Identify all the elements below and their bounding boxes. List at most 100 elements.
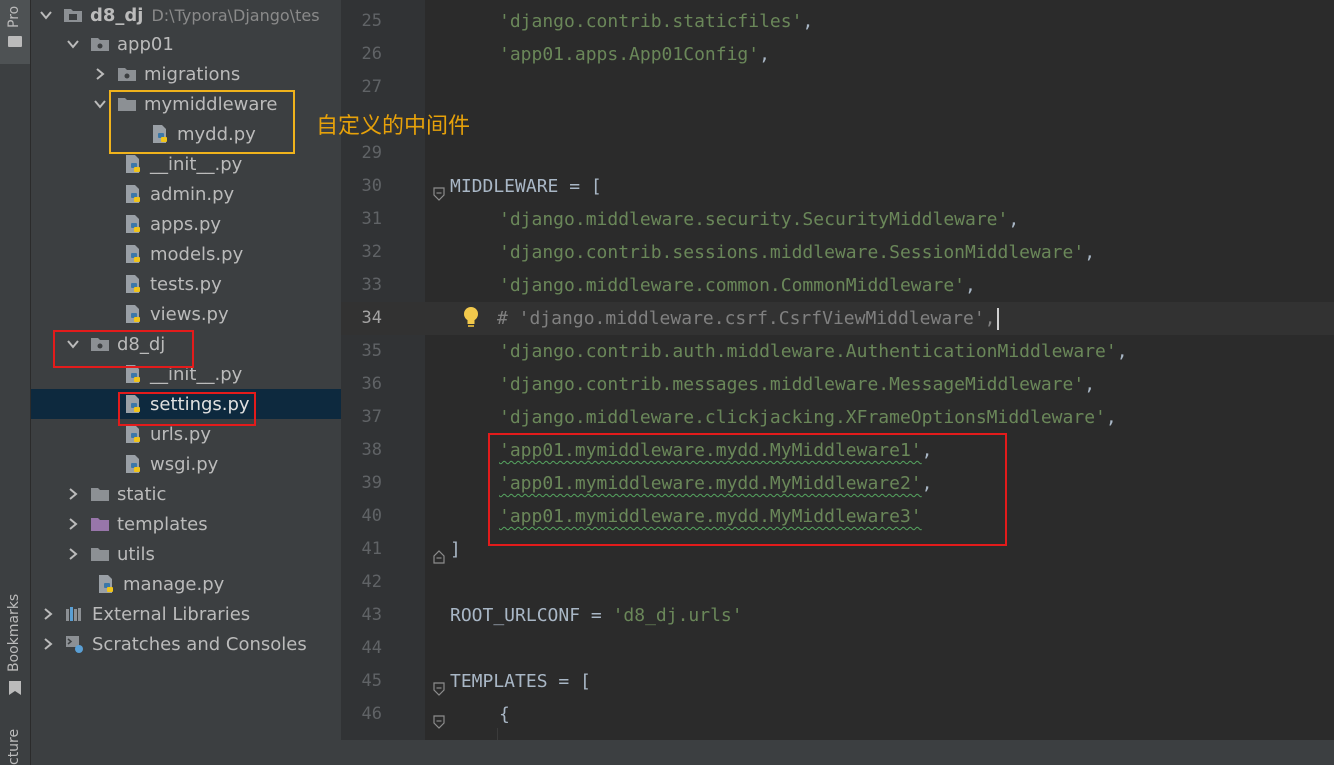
tree-item-tests[interactable]: tests.py <box>31 269 341 299</box>
line-number: 39 <box>361 473 382 493</box>
line-number: 29 <box>361 143 382 163</box>
chevron-right-icon[interactable] <box>41 637 55 651</box>
lightbulb-icon[interactable] <box>461 305 481 331</box>
text-caret <box>996 308 999 330</box>
code-string: 'd8_dj.urls' <box>612 605 743 626</box>
code-line-33[interactable]: 33 'django.middleware.common.CommonMiddle… <box>341 269 1334 302</box>
code-comma: , <box>1105 407 1117 428</box>
chevron-right-icon[interactable] <box>66 487 80 501</box>
code-line-30[interactable]: 30 MIDDLEWARE = [ <box>341 170 1334 203</box>
line-number: 30 <box>361 176 382 196</box>
code-line-26[interactable]: 26 'app01.apps.App01Config', <box>341 38 1334 71</box>
chevron-down-icon[interactable] <box>66 37 80 51</box>
fold-icon[interactable] <box>433 674 445 696</box>
tree-item-admin[interactable]: admin.py <box>31 179 341 209</box>
package-folder-icon <box>117 64 137 84</box>
code-line-44[interactable]: 44 <box>341 632 1334 665</box>
code-line-46[interactable]: 46 { <box>341 698 1334 731</box>
chevron-right-icon[interactable] <box>41 607 55 621</box>
root-path: D:\Typora\Django\tes <box>151 5 320 25</box>
library-icon <box>65 604 85 624</box>
templates-label: templates <box>117 513 208 535</box>
horizontal-scrollbar[interactable] <box>341 740 1334 765</box>
static-label: static <box>117 483 167 505</box>
code-text: MIDDLEWARE = [ <box>450 176 602 197</box>
package-folder-icon <box>90 34 110 54</box>
code-line-36[interactable]: 36 'django.contrib.messages.middleware.Me… <box>341 368 1334 401</box>
highlight-box-d8-dj <box>53 330 194 368</box>
code-comma: , <box>1008 209 1020 230</box>
tests-label: tests.py <box>150 273 222 295</box>
line-number: 43 <box>361 605 382 625</box>
structure-tab[interactable]: cture <box>6 729 22 765</box>
line-number: 41 <box>361 539 382 559</box>
scratches-icon <box>65 634 85 654</box>
line-number: 36 <box>361 374 382 394</box>
external-libraries-label: External Libraries <box>92 603 251 625</box>
code-text: ] <box>450 539 461 560</box>
bookmarks-tab[interactable]: Bookmarks <box>6 594 22 672</box>
code-line-43[interactable]: 43 ROOT_URLCONF = 'd8_dj.urls' <box>341 599 1334 632</box>
project-tab-label[interactable]: Pro <box>6 6 22 28</box>
tree-item-external-libraries[interactable]: External Libraries <box>31 599 341 629</box>
tree-item-templates[interactable]: templates <box>31 509 341 539</box>
code-comma: , <box>1084 242 1096 263</box>
tree-item-root[interactable]: d8_dj D:\Typora\Django\tes <box>31 0 341 30</box>
tree-item-manage[interactable]: manage.py <box>31 569 341 599</box>
code-line-27[interactable]: 27 <box>341 71 1334 104</box>
line-number: 32 <box>361 242 382 262</box>
tree-item-static[interactable]: static <box>31 479 341 509</box>
chevron-right-icon[interactable] <box>93 67 107 81</box>
code-line-25[interactable]: 25 'django.contrib.staticfiles', <box>341 5 1334 38</box>
tree-item-app01[interactable]: app01 <box>31 29 341 59</box>
code-line-34[interactable]: 34 # 'django.middleware.csrf.CsrfViewMidd… <box>341 302 1334 335</box>
code-line-28[interactable] <box>341 104 1334 137</box>
python-file-icon <box>123 184 143 204</box>
code-line-35[interactable]: 35 'django.contrib.auth.middleware.Authen… <box>341 335 1334 368</box>
code-text: TEMPLATES = [ <box>450 671 591 692</box>
code-line-45[interactable]: 45 TEMPLATES = [ <box>341 665 1334 698</box>
folder-icon <box>90 484 110 504</box>
app01-label: app01 <box>117 33 174 55</box>
code-line-31[interactable]: 31 'django.middleware.security.SecurityMi… <box>341 203 1334 236</box>
tree-item-models[interactable]: models.py <box>31 239 341 269</box>
line-number: 33 <box>361 275 382 295</box>
tree-item-views[interactable]: views.py <box>31 299 341 329</box>
code-line-37[interactable]: 37 'django.middleware.clickjacking.XFrame… <box>341 401 1334 434</box>
highlight-box-custom-middleware <box>488 433 1007 546</box>
tool-window-strip: Pro Bookmarks cture <box>0 0 31 765</box>
line-number: 40 <box>361 506 382 526</box>
tree-item-wsgi[interactable]: wsgi.py <box>31 449 341 479</box>
tree-item-migrations[interactable]: migrations <box>31 59 341 89</box>
line-number: 26 <box>361 44 382 64</box>
chevron-right-icon[interactable] <box>66 517 80 531</box>
urls-label: urls.py <box>150 423 211 445</box>
fold-icon[interactable] <box>433 707 445 729</box>
code-text: 'app01.apps.App01Config' <box>499 44 760 65</box>
code-text: # 'django.middleware.csrf.CsrfViewMiddle… <box>497 308 996 329</box>
tree-item-scratches[interactable]: Scratches and Consoles <box>31 629 341 659</box>
fold-icon[interactable] <box>433 179 445 201</box>
chevron-right-icon[interactable] <box>66 547 80 561</box>
code-line-42[interactable]: 42 <box>341 566 1334 599</box>
wsgi-label: wsgi.py <box>150 453 219 475</box>
python-file-icon <box>123 454 143 474</box>
tree-item-apps[interactable]: apps.py <box>31 209 341 239</box>
code-text: 'django.middleware.common.CommonMiddlewa… <box>499 275 965 296</box>
manage-label: manage.py <box>123 573 225 595</box>
utils-label: utils <box>117 543 155 565</box>
chevron-down-icon[interactable] <box>39 8 53 22</box>
project-folder-icon <box>8 36 22 47</box>
bookmark-icon <box>9 680 21 695</box>
code-comma: , <box>1116 341 1128 362</box>
code-text: 'django.contrib.auth.middleware.Authenti… <box>499 341 1117 362</box>
chevron-down-icon[interactable] <box>93 97 107 111</box>
annotation-label: 自定义的中间件 <box>316 114 471 139</box>
code-editor[interactable]: 25 'django.contrib.staticfiles', 26 'app01… <box>341 0 1334 740</box>
code-line-32[interactable]: 32 'django.contrib.sessions.middleware.Se… <box>341 236 1334 269</box>
tree-item-utils[interactable]: utils <box>31 539 341 569</box>
code-line-29[interactable]: 29 <box>341 137 1334 170</box>
python-file-icon <box>123 154 143 174</box>
fold-end-icon[interactable] <box>433 542 445 564</box>
code-text: 'django.contrib.staticfiles' <box>499 11 803 32</box>
